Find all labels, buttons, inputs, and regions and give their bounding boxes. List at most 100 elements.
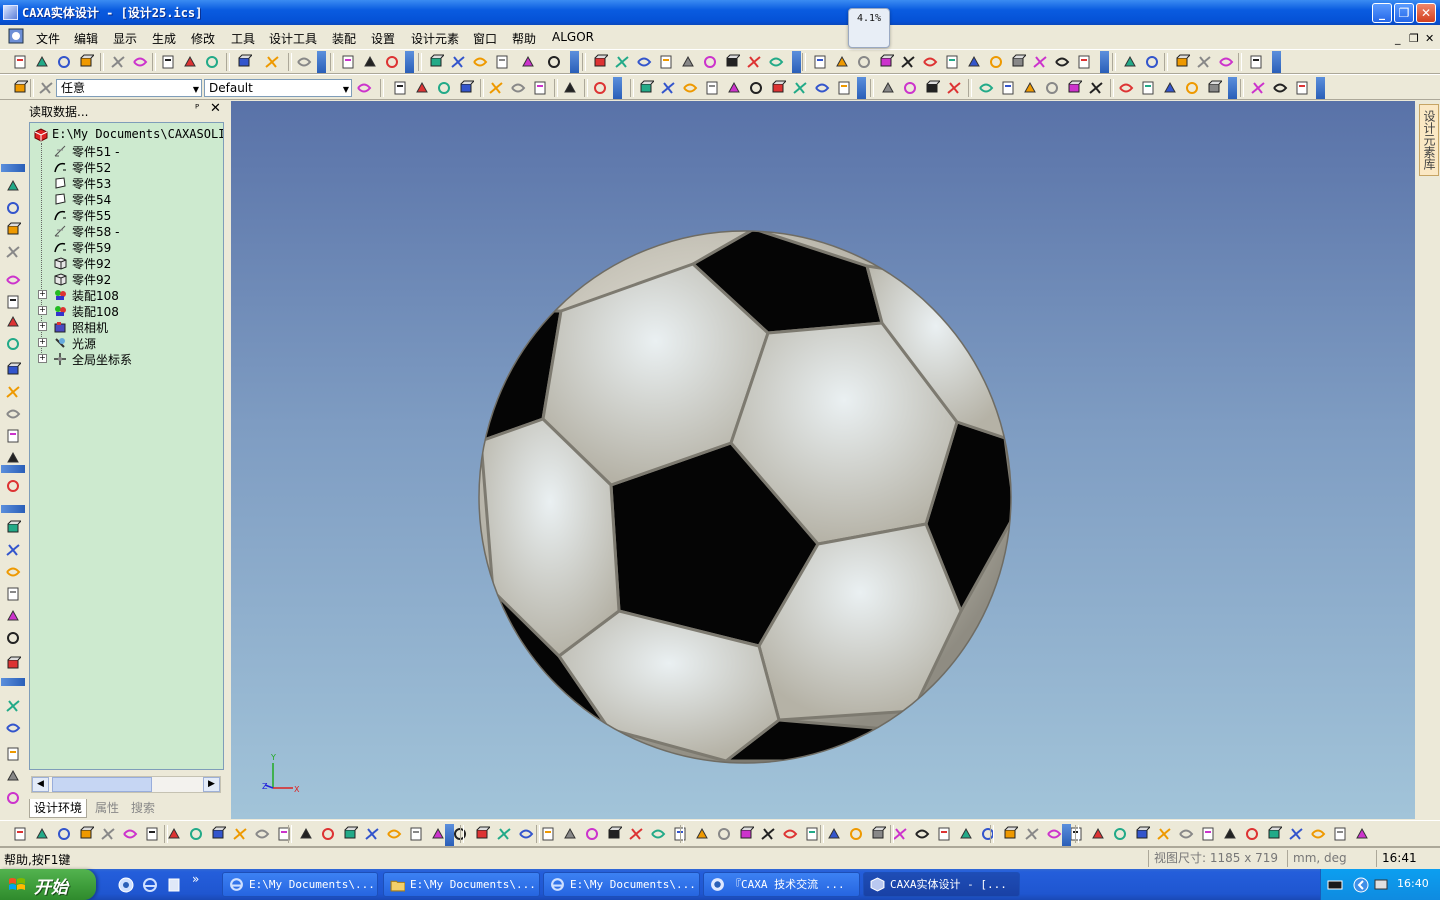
taskbar-task-button[interactable]: E:\My Documents\...	[383, 872, 540, 897]
toolbar-tool-icon[interactable]	[836, 80, 852, 96]
toolbar-tool-icon[interactable]	[660, 80, 676, 96]
toolbar-tool-icon[interactable]	[748, 80, 764, 96]
toolbar-tool-icon[interactable]	[236, 54, 252, 70]
left-toolbar-tool-icon[interactable]	[5, 428, 21, 444]
tree-item[interactable]: + 全局坐标系	[34, 351, 222, 367]
toolbar-tool-icon[interactable]	[1206, 80, 1222, 96]
menu-modify[interactable]: 修改	[191, 30, 215, 47]
tree-horizontal-scrollbar[interactable]: ◀ ▶	[31, 776, 221, 793]
bottom-toolbar-tool-icon[interactable]	[1354, 826, 1370, 842]
toolbar-tool-icon[interactable]	[792, 80, 808, 96]
toolbar-tool-icon[interactable]	[924, 80, 940, 96]
tree-item[interactable]: 零件92	[34, 271, 222, 287]
bottom-toolbar-tool-icon[interactable]	[628, 826, 644, 842]
minimize-button[interactable]: _	[1372, 3, 1392, 23]
toolbar-tool-icon[interactable]	[1066, 80, 1082, 96]
toolbar-overflow-handle[interactable]	[1272, 51, 1281, 73]
toolbar-tool-icon[interactable]	[1162, 80, 1178, 96]
left-toolbar-tool-icon[interactable]	[5, 698, 21, 714]
left-toolbar-tool-icon[interactable]	[5, 542, 21, 558]
tree-item[interactable]: 零件52	[34, 159, 222, 175]
bottom-toolbar-tool-icon[interactable]	[474, 826, 490, 842]
bottom-toolbar-tool-icon[interactable]	[386, 826, 402, 842]
bottom-toolbar-tool-icon[interactable]	[606, 826, 622, 842]
bottom-toolbar-tool-icon[interactable]	[100, 826, 116, 842]
toolbar-tool-icon[interactable]	[160, 54, 176, 70]
toolbar-tool-icon[interactable]	[384, 54, 400, 70]
tree-expand-toggle[interactable]: +	[38, 306, 47, 315]
toolbar-overflow-handle[interactable]	[1062, 824, 1071, 846]
toolbar-tool-icon[interactable]	[78, 54, 94, 70]
toolbar-tool-icon[interactable]	[356, 80, 372, 96]
toolbar-overflow-handle[interactable]	[570, 51, 579, 73]
toolbar-tool-icon[interactable]	[702, 54, 718, 70]
bottom-toolbar-tool-icon[interactable]	[562, 826, 578, 842]
left-toolbar-tool-icon[interactable]	[5, 746, 21, 762]
toolbar-tool-icon[interactable]	[450, 54, 466, 70]
design-library-tab[interactable]: 设计元素库	[1419, 104, 1439, 176]
left-toolbar-tool-icon[interactable]	[5, 178, 21, 194]
left-toolbar-tool-icon[interactable]	[5, 406, 21, 422]
left-toolbar-tool-icon[interactable]	[5, 564, 21, 580]
tree-item[interactable]: + 装配108	[34, 287, 222, 303]
left-toolbar-tool-icon[interactable]	[5, 478, 21, 494]
taskbar-task-button[interactable]: CAXA实体设计 - [...	[863, 872, 1020, 897]
toolbar-tool-icon[interactable]	[1122, 54, 1138, 70]
menu-assembly[interactable]: 装配	[332, 30, 356, 47]
toolbar-tool-icon[interactable]	[488, 80, 504, 96]
style-dropdown[interactable]: Default ▼	[204, 79, 352, 97]
document-menu-icon[interactable]	[8, 28, 24, 44]
toolbar-tool-icon[interactable]	[592, 80, 608, 96]
tree-item[interactable]: 零件92	[34, 255, 222, 271]
toolbar-overflow-handle[interactable]	[1, 505, 25, 513]
menu-edit[interactable]: 编辑	[74, 30, 98, 47]
toolbar-tool-icon[interactable]	[978, 80, 994, 96]
ie-icon[interactable]	[142, 877, 158, 893]
bottom-toolbar-tool-icon[interactable]	[166, 826, 182, 842]
tree-expand-toggle[interactable]: +	[38, 354, 47, 363]
left-toolbar-tool-icon[interactable]	[5, 222, 21, 238]
menu-window[interactable]: 窗口	[473, 30, 497, 47]
bottom-toolbar-tool-icon[interactable]	[1178, 826, 1194, 842]
left-toolbar-tool-icon[interactable]	[5, 630, 21, 646]
tree-item[interactable]: + 照相机	[34, 319, 222, 335]
toolbar-overflow-handle[interactable]	[317, 51, 326, 73]
bottom-toolbar-tool-icon[interactable]	[12, 826, 28, 842]
bottom-toolbar-tool-icon[interactable]	[1332, 826, 1348, 842]
toolbar-tool-icon[interactable]	[1144, 54, 1160, 70]
left-toolbar-tool-icon[interactable]	[5, 450, 21, 466]
toolbar-tool-icon[interactable]	[12, 80, 28, 96]
bottom-toolbar-tool-icon[interactable]	[738, 826, 754, 842]
bottom-toolbar-tool-icon[interactable]	[1002, 826, 1018, 842]
bottom-toolbar-tool-icon[interactable]	[254, 826, 270, 842]
toolbar-tool-icon[interactable]	[532, 80, 548, 96]
bottom-toolbar-tool-icon[interactable]	[320, 826, 336, 842]
bottom-toolbar-tool-icon[interactable]	[892, 826, 908, 842]
toolbar-tool-icon[interactable]	[614, 54, 630, 70]
toolbar-tool-icon[interactable]	[880, 80, 896, 96]
menu-help[interactable]: 帮助	[512, 30, 536, 47]
left-toolbar-tool-icon[interactable]	[5, 384, 21, 400]
bottom-toolbar-tool-icon[interactable]	[232, 826, 248, 842]
toolbar-tool-icon[interactable]	[38, 80, 54, 96]
scroll-left-button[interactable]: ◀	[32, 777, 49, 792]
bottom-toolbar-tool-icon[interactable]	[826, 826, 842, 842]
title-bar[interactable]: CAXA实体设计 - [设计25.ics] _ ❐ ✕	[0, 0, 1440, 25]
left-toolbar-tool-icon[interactable]	[5, 362, 21, 378]
bottom-toolbar-tool-icon[interactable]	[496, 826, 512, 842]
toolbar-tool-icon[interactable]	[834, 54, 850, 70]
toolbar-tool-icon[interactable]	[56, 54, 72, 70]
network-icon[interactable]	[1373, 877, 1389, 893]
menu-file[interactable]: 文件	[36, 30, 60, 47]
menu-view[interactable]: 显示	[113, 30, 137, 47]
toolbar-tool-icon[interactable]	[1196, 54, 1212, 70]
bottom-toolbar-tool-icon[interactable]	[1310, 826, 1326, 842]
taskbar-task-button[interactable]: 『CAXA 技术交流 ...	[703, 872, 860, 897]
bottom-toolbar-tool-icon[interactable]	[518, 826, 534, 842]
toolbar-tool-icon[interactable]	[458, 80, 474, 96]
bottom-toolbar-tool-icon[interactable]	[870, 826, 886, 842]
toolbar-tool-icon[interactable]	[900, 54, 916, 70]
toolbar-tool-icon[interactable]	[682, 80, 698, 96]
toolbar-tool-icon[interactable]	[1184, 80, 1200, 96]
toolbar-overflow-handle[interactable]	[1, 678, 25, 686]
